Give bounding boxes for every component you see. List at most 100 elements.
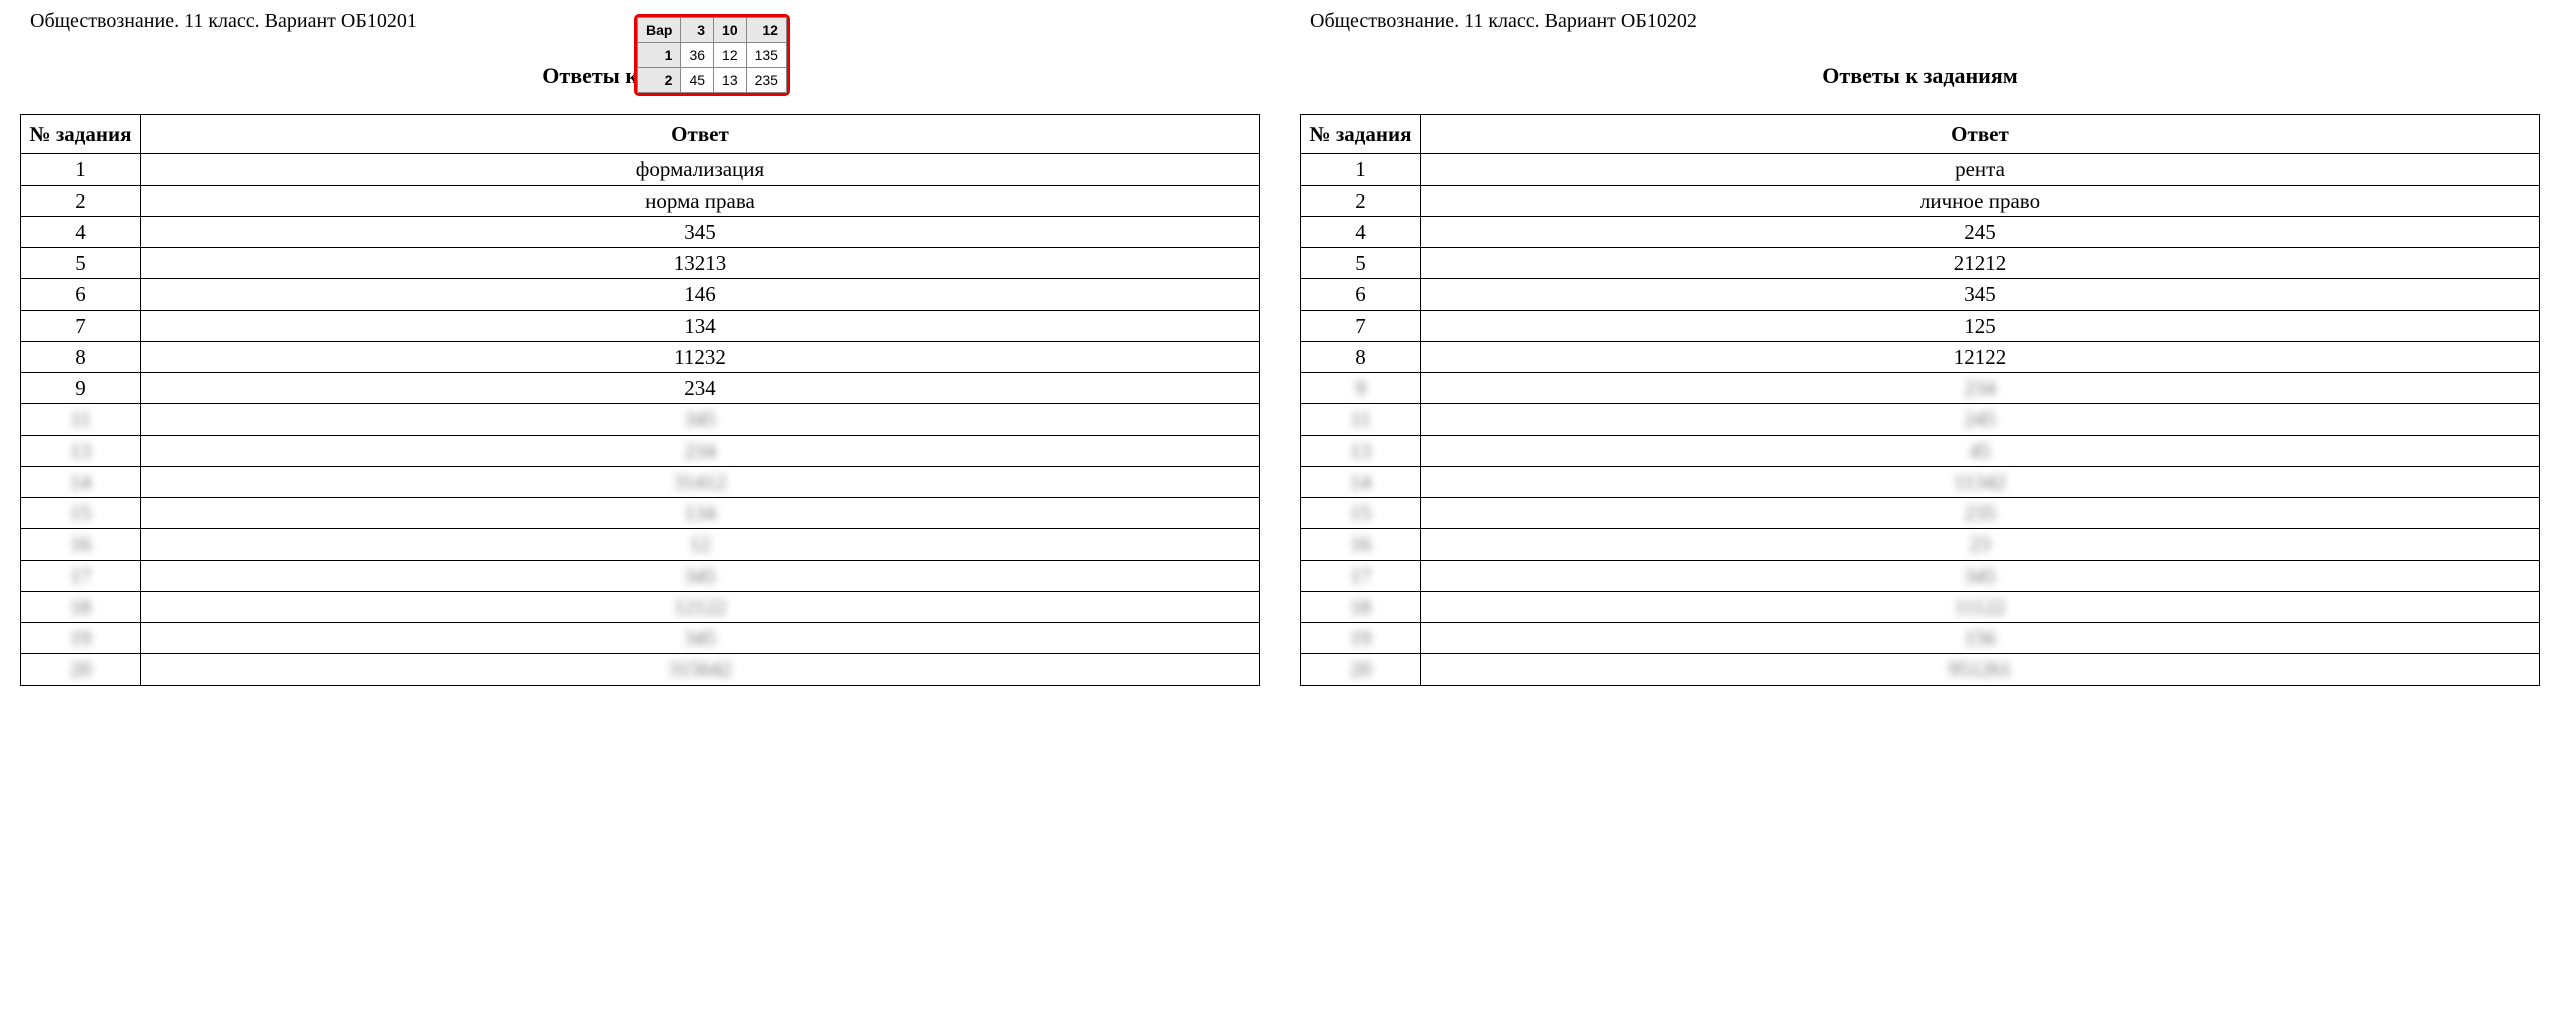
score-cell: 135: [746, 43, 786, 68]
cell-ans: 45: [1421, 435, 2540, 466]
cell-ans: 245: [1421, 216, 2540, 247]
cell-num: 6: [1301, 279, 1421, 310]
table-row: 1612: [21, 529, 1260, 560]
cell-num: 20: [1301, 654, 1421, 685]
score-head: 3: [681, 18, 714, 43]
cell-ans: 12122: [141, 591, 1260, 622]
table-row: 20951261: [1301, 654, 2540, 685]
cell-ans: 146: [141, 279, 1260, 310]
table-row: 1формализация: [21, 154, 1260, 185]
cell-num: 19: [1301, 623, 1421, 654]
cell-ans: 345: [141, 404, 1260, 435]
cell-num: 13: [1301, 435, 1421, 466]
cell-num: 5: [21, 248, 141, 279]
table-row: 812122: [1301, 341, 2540, 372]
score-rowhead: 2: [638, 68, 681, 93]
cell-ans: 951261: [1421, 654, 2540, 685]
cell-ans: 31412: [141, 466, 1260, 497]
cell-num: 14: [21, 466, 141, 497]
cell-ans: 134: [141, 498, 1260, 529]
table-row: 19156: [1301, 623, 2540, 654]
table-row: 7134: [21, 310, 1260, 341]
cell-ans: 134: [141, 310, 1260, 341]
table-row: 2норма права: [21, 185, 1260, 216]
cell-ans: рента: [1421, 154, 2540, 185]
score-head: 10: [714, 18, 747, 43]
cell-ans: 23: [1421, 529, 2540, 560]
answers-blurred-right: 9234112451345141134215235162317345181112…: [1301, 373, 2540, 686]
cell-num: 20: [21, 654, 141, 685]
cell-num: 2: [21, 185, 141, 216]
table-row: 19345: [21, 623, 1260, 654]
cell-ans: 234: [141, 435, 1260, 466]
cell-ans: 12: [141, 529, 1260, 560]
table-row: 20315642: [21, 654, 1260, 685]
cell-ans: 156: [1421, 623, 2540, 654]
score-cell: 13: [714, 68, 747, 93]
cell-num: 11: [1301, 404, 1421, 435]
table-row: 1812122: [21, 591, 1260, 622]
cell-num: 9: [21, 373, 141, 404]
answers-table-right: № задания Ответ 1рента2личное право42455…: [1300, 114, 2540, 686]
cell-ans: 345: [1421, 560, 2540, 591]
cell-num: 9: [1301, 373, 1421, 404]
table-row: 513213: [21, 248, 1260, 279]
table-row: 1431412: [21, 466, 1260, 497]
cell-ans: 12122: [1421, 341, 2540, 372]
cell-ans: 11342: [1421, 466, 2540, 497]
score-head: Вар: [638, 18, 681, 43]
page-title-right: Обществознание. 11 класс. Вариант ОБ1020…: [1300, 10, 2540, 33]
answers-table-left: № задания Ответ 1формализация2норма прав…: [20, 114, 1260, 686]
cell-ans: 235: [1421, 498, 2540, 529]
cell-num: 14: [1301, 466, 1421, 497]
table-row: 1811122: [1301, 591, 2540, 622]
cell-num: 1: [21, 154, 141, 185]
answers-body-right: 1рента2личное право424552121263457125812…: [1301, 154, 2540, 373]
score-table: Вар 3 10 12 1 36 12 135 2 45 13 235: [637, 17, 787, 93]
page-left: Вар 3 10 12 1 36 12 135 2 45 13 235: [20, 10, 1260, 686]
cell-num: 4: [21, 216, 141, 247]
table-row: 6146: [21, 279, 1260, 310]
cell-num: 13: [21, 435, 141, 466]
cell-num: 7: [21, 310, 141, 341]
table-row: 521212: [1301, 248, 2540, 279]
score-cell: 45: [681, 68, 714, 93]
cell-num: 8: [21, 341, 141, 372]
answers-blurred-left: 1134513234143141215134161217345181212219…: [21, 404, 1260, 685]
page-right: Обществознание. 11 класс. Вариант ОБ1020…: [1300, 10, 2540, 686]
score-box: Вар 3 10 12 1 36 12 135 2 45 13 235: [634, 14, 790, 96]
cell-ans: норма права: [141, 185, 1260, 216]
table-row: 4345: [21, 216, 1260, 247]
cell-num: 16: [21, 529, 141, 560]
score-cell: 235: [746, 68, 786, 93]
table-row: 1411342: [1301, 466, 2540, 497]
cell-num: 16: [1301, 529, 1421, 560]
cell-num: 15: [1301, 498, 1421, 529]
cell-num: 4: [1301, 216, 1421, 247]
table-row: 9234: [21, 373, 1260, 404]
cell-num: 19: [21, 623, 141, 654]
cell-ans: 345: [141, 623, 1260, 654]
table-row: 1623: [1301, 529, 2540, 560]
cell-ans: 13213: [141, 248, 1260, 279]
table-row: 1рента: [1301, 154, 2540, 185]
cell-num: 11: [21, 404, 141, 435]
cell-num: 18: [21, 591, 141, 622]
cell-num: 1: [1301, 154, 1421, 185]
col-header-ans: Ответ: [141, 115, 1260, 154]
cell-num: 18: [1301, 591, 1421, 622]
table-row: 1345: [1301, 435, 2540, 466]
table-row: 13234: [21, 435, 1260, 466]
cell-num: 5: [1301, 248, 1421, 279]
cell-ans: 315642: [141, 654, 1260, 685]
table-row: 11345: [21, 404, 1260, 435]
cell-ans: формализация: [141, 154, 1260, 185]
cell-num: 6: [21, 279, 141, 310]
answers-body-left: 1формализация2норма права434551321361467…: [21, 154, 1260, 404]
cell-ans: 245: [1421, 404, 2540, 435]
cell-ans: 234: [1421, 373, 2540, 404]
table-row: 15235: [1301, 498, 2540, 529]
score-cell: 36: [681, 43, 714, 68]
cell-ans: личное право: [1421, 185, 2540, 216]
score-head: 12: [746, 18, 786, 43]
